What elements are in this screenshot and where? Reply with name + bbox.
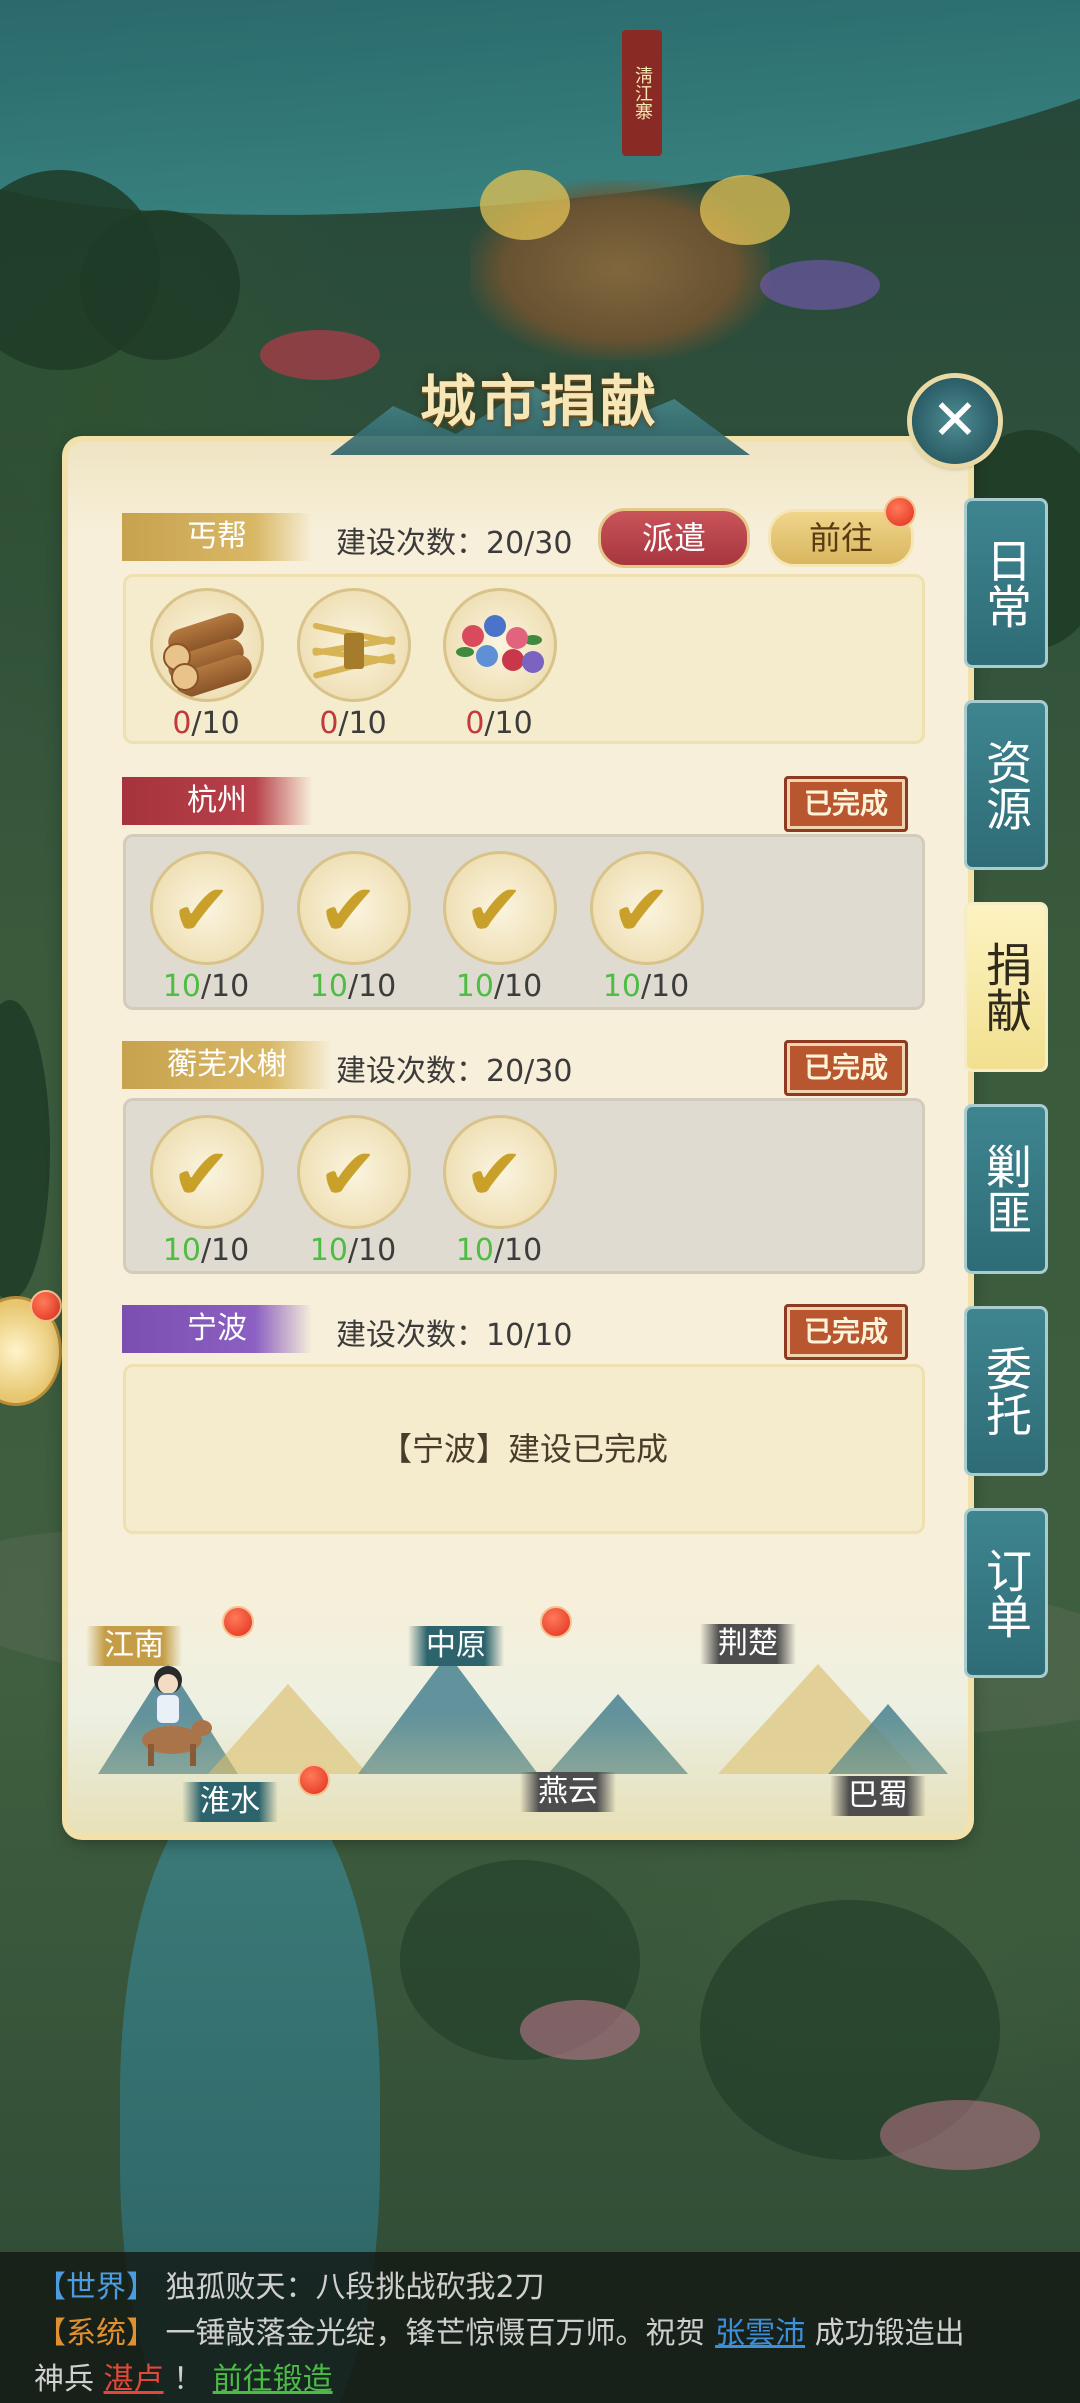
region-bashu[interactable]: 巴蜀	[830, 1776, 926, 1816]
map-flowers	[760, 260, 880, 310]
notification-dot	[222, 1606, 254, 1638]
material-count: 10/10	[602, 969, 690, 1004]
material-count: 10/10	[162, 969, 250, 1004]
map-flowers	[700, 175, 790, 245]
completed-stamp: 已完成	[784, 1040, 908, 1096]
chat-message: ！	[163, 2362, 213, 2397]
chat-line-system: 【系统】 一锤敲落金光绽，锋芒惊慑百万师。祝贺 张雲沛 成功锻造出	[36, 2308, 965, 2352]
check-icon: ✔	[443, 1115, 557, 1229]
tab-resources[interactable]: 资源	[964, 700, 1048, 870]
map-flowers	[480, 170, 570, 240]
completed-stamp: 已完成	[784, 776, 908, 832]
wood-logs-icon	[150, 588, 264, 702]
close-icon: ✕	[931, 388, 979, 453]
material-count: 10/10	[162, 1233, 250, 1268]
region-huaishui[interactable]: 淮水	[182, 1782, 278, 1822]
region-zhongyuan[interactable]: 中原	[408, 1626, 504, 1666]
notification-dot	[298, 1764, 330, 1796]
tab-daily[interactable]: 日常	[964, 498, 1048, 668]
chat-line-system-cont: 神兵 湛卢 ！ 前往锻造	[34, 2354, 333, 2398]
row-tag-hengwu: 蘅芜水榭	[122, 1041, 332, 1089]
material-count: 10/10	[309, 1233, 397, 1268]
map-flowers	[520, 2000, 640, 2060]
chat-message: 一锤敲落金光绽，锋芒惊慑百万师。祝贺	[165, 2316, 716, 2351]
build-count: 建设次数：10/10	[336, 1318, 573, 1353]
close-button[interactable]: ✕	[912, 378, 998, 464]
build-count: 建设次数：20/30	[336, 1054, 573, 1089]
notification-dot	[540, 1606, 572, 1638]
map-flowers	[880, 2100, 1040, 2170]
material-item[interactable]: 0/10	[150, 588, 264, 741]
notification-dot	[30, 1290, 62, 1322]
completed-message: 【宁波】建设已完成	[123, 1364, 925, 1534]
material-item[interactable]: ✔ 10/10	[150, 1115, 264, 1268]
material-count: 0/10	[465, 706, 533, 741]
tab-orders[interactable]: 订单	[964, 1508, 1048, 1678]
tab-donate[interactable]: 捐献	[964, 902, 1048, 1072]
player-rider-avatar	[142, 1666, 212, 1766]
channel-world: 【世界】	[36, 2270, 156, 2305]
row-tag-ningbo: 宁波	[122, 1305, 312, 1353]
row-tag-gaibang: 丐帮	[122, 513, 312, 561]
check-icon: ✔	[297, 1115, 411, 1229]
check-icon: ✔	[590, 851, 704, 965]
tab-bandits[interactable]: 剿匪	[964, 1104, 1048, 1274]
material-item[interactable]: ✔ 10/10	[443, 1115, 557, 1268]
completed-stamp: 已完成	[784, 1304, 908, 1360]
material-item[interactable]: ✔ 10/10	[297, 851, 411, 1004]
material-count: 10/10	[455, 1233, 543, 1268]
material-count: 10/10	[309, 969, 397, 1004]
check-icon: ✔	[443, 851, 557, 965]
hay-bundle-icon	[297, 588, 411, 702]
player-name-link[interactable]: 张雲沛	[715, 2316, 805, 2351]
build-count: 建设次数：20/30	[336, 526, 573, 561]
material-count: 0/10	[319, 706, 387, 741]
material-item[interactable]: ✔ 10/10	[150, 851, 264, 1004]
map-town-banner: 淸江寨	[622, 30, 662, 156]
region-yanyun[interactable]: 燕云	[520, 1772, 616, 1812]
material-item[interactable]: 0/10	[443, 588, 557, 741]
panel-title-banner: 城市捐献	[330, 345, 750, 465]
check-icon: ✔	[150, 1115, 264, 1229]
material-item[interactable]: 0/10	[297, 588, 411, 741]
region-jingchu[interactable]: 荆楚	[700, 1624, 796, 1664]
material-item[interactable]: ✔ 10/10	[443, 851, 557, 1004]
chat-message: 成功锻造出	[805, 2316, 965, 2351]
go-forge-link[interactable]: 前往锻造	[213, 2362, 333, 2397]
chat-message: 独孤败天：八段挑战砍我2刀	[165, 2270, 545, 2305]
notification-dot	[884, 496, 916, 528]
material-item[interactable]: ✔ 10/10	[590, 851, 704, 1004]
chat-line-world: 【世界】 独孤败天：八段挑战砍我2刀	[36, 2262, 545, 2306]
channel-system: 【系统】	[36, 2316, 156, 2351]
weapon-name-link[interactable]: 湛卢	[104, 2362, 164, 2397]
tab-commission[interactable]: 委托	[964, 1306, 1048, 1476]
page-title: 城市捐献	[420, 369, 660, 435]
row-tag-hangzhou: 杭州	[122, 777, 312, 825]
flowers-icon	[443, 588, 557, 702]
dispatch-button[interactable]: 派遣	[598, 508, 750, 568]
map-tree	[80, 210, 240, 360]
material-count: 0/10	[172, 706, 240, 741]
material-count: 10/10	[455, 969, 543, 1004]
chat-message: 神兵	[34, 2362, 104, 2397]
check-icon: ✔	[150, 851, 264, 965]
check-icon: ✔	[297, 851, 411, 965]
material-item[interactable]: ✔ 10/10	[297, 1115, 411, 1268]
chat-feed[interactable]: 【世界】 独孤败天：八段挑战砍我2刀 【系统】 一锤敲落金光绽，锋芒惊慑百万师。…	[0, 2252, 1080, 2403]
